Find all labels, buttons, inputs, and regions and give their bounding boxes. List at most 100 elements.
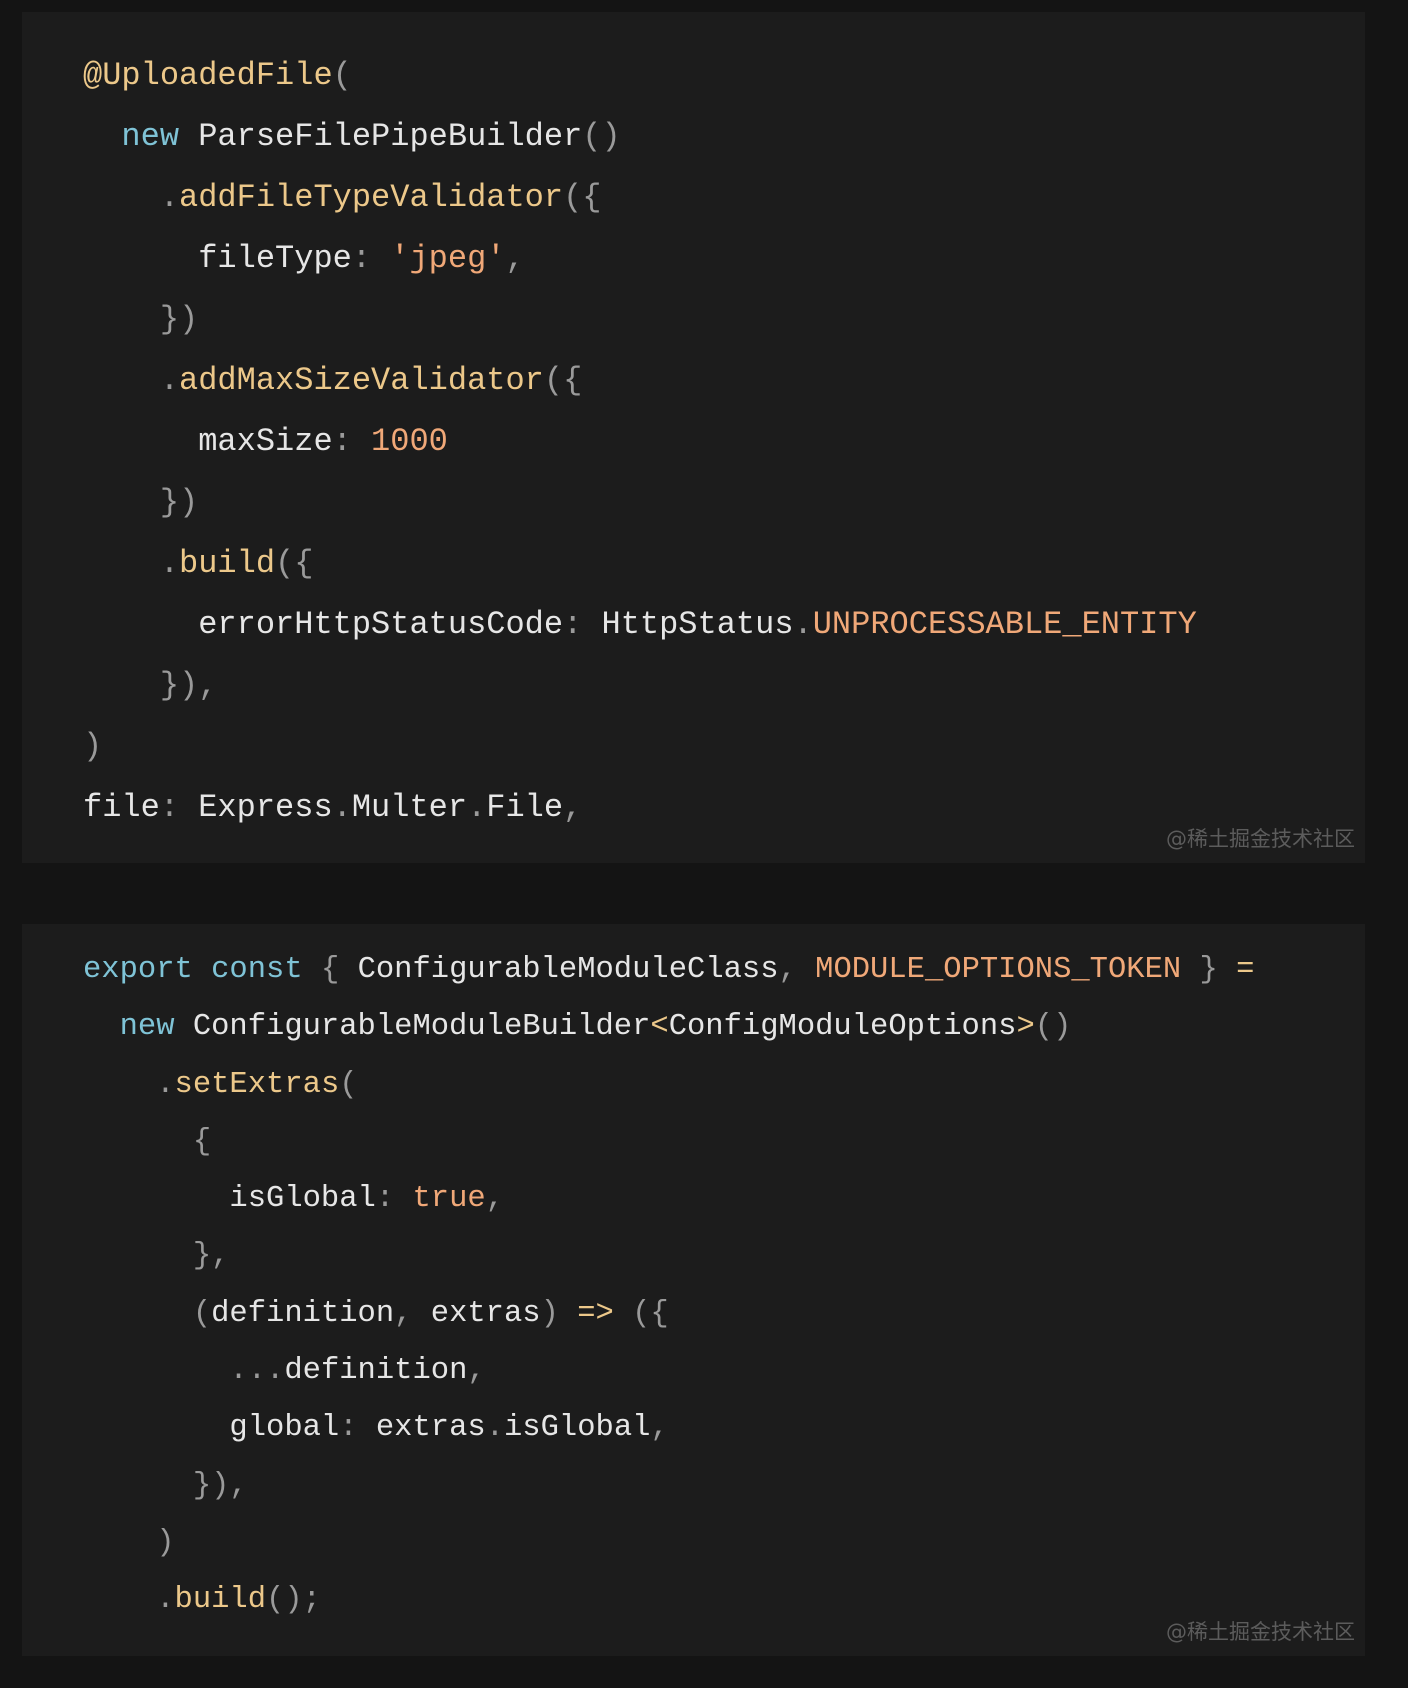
code-token: . (332, 789, 352, 826)
code-token: ({ (275, 545, 314, 582)
code-token: HttpStatus (601, 606, 794, 643)
code-token: 1000 (371, 423, 448, 460)
code-line: export const { ConfigurableModuleClass, … (83, 942, 1254, 999)
code-token: . (156, 1067, 175, 1102)
code-token: < (650, 1010, 669, 1045)
code-token: : (375, 1182, 413, 1217)
code-content: export const { ConfigurableModuleClass, … (83, 942, 1254, 1630)
code-token: new (121, 118, 199, 155)
code-token: . (467, 789, 487, 826)
code-token: maxSize (198, 423, 333, 460)
code-token: { (192, 1124, 212, 1159)
code-token: . (485, 1411, 504, 1446)
code-token: isGlobal (504, 1411, 651, 1446)
code-line: ) (83, 1515, 1254, 1572)
code-line: isGlobal: true, (83, 1171, 1254, 1228)
code-line: new ParseFilePipeBuilder() (83, 106, 1197, 167)
code-token: () (582, 118, 621, 155)
code-token: , (505, 240, 525, 277)
code-line: maxSize: 1000 (83, 411, 1197, 472)
code-token: ) (156, 1525, 175, 1560)
code-token: => (577, 1296, 614, 1331)
code-line: ...definition, (83, 1343, 1254, 1400)
code-token: : (159, 789, 199, 826)
code-token: build (179, 545, 276, 582)
code-token: . (793, 606, 813, 643)
code-token: ConfigurableModuleClass (357, 953, 779, 987)
code-token: @UploadedFile (83, 57, 333, 94)
code-token: ) (540, 1296, 578, 1331)
code-token: build (174, 1583, 267, 1618)
code-token: isGlobal (229, 1182, 376, 1217)
code-line: }) (83, 289, 1197, 350)
code-token: ParseFilePipeBuilder (198, 118, 583, 155)
code-token: file (83, 789, 160, 826)
code-token: global (229, 1411, 340, 1446)
code-token: Express (198, 789, 333, 826)
code-token: , (778, 953, 816, 987)
code-token: UNPROCESSABLE_ENTITY (812, 606, 1197, 643)
code-token: }, (192, 1239, 230, 1274)
code-line: }), (83, 655, 1197, 716)
code-token: , (467, 1354, 486, 1389)
code-token: errorHttpStatusCode (198, 606, 564, 643)
code-token: ConfigurableModuleBuilder (192, 1010, 651, 1045)
code-token: : (339, 1411, 376, 1446)
code-token: , (485, 1182, 504, 1217)
code-token: } (1181, 953, 1237, 987)
code-token: : (351, 240, 391, 277)
code-token: > (1016, 1010, 1035, 1045)
code-token: extras (375, 1411, 486, 1446)
code-token: ({ (563, 179, 602, 216)
code-token: ( (332, 57, 352, 94)
code-token: ({ (613, 1296, 669, 1331)
code-line: .build({ (83, 533, 1197, 594)
code-token: extras (430, 1296, 541, 1331)
code-token: }), (192, 1468, 248, 1503)
code-token: ... (229, 1354, 285, 1389)
code-token: = (1236, 953, 1255, 987)
code-token: }) (159, 301, 199, 338)
code-line: .addFileTypeValidator({ (83, 167, 1197, 228)
code-line: global: extras.isGlobal, (83, 1400, 1254, 1457)
code-line: file: Express.Multer.File, (83, 777, 1197, 838)
code-token: addFileTypeValidator (179, 179, 564, 216)
code-token: fileType (198, 240, 352, 277)
code-token: true (412, 1182, 486, 1217)
code-line: ) (83, 716, 1197, 777)
code-token: ) (83, 728, 103, 765)
code-token: ConfigModuleOptions (668, 1010, 1017, 1045)
code-line: new ConfigurableModuleBuilder<ConfigModu… (83, 999, 1254, 1056)
code-line: fileType: 'jpeg', (83, 228, 1197, 289)
code-line: .build(); (83, 1572, 1254, 1629)
code-token: 'jpeg' (390, 240, 506, 277)
code-token: . (159, 362, 180, 399)
code-token: , (563, 789, 583, 826)
code-token: MODULE_OPTIONS_TOKEN (815, 953, 1182, 987)
code-token: setExtras (174, 1067, 340, 1102)
code-token: . (159, 179, 180, 216)
code-token: File (486, 789, 564, 826)
code-token: ( (192, 1296, 212, 1331)
code-token: , (650, 1411, 669, 1446)
code-token: }) (159, 484, 199, 521)
code-token: . (159, 545, 180, 582)
code-token: definition (284, 1354, 468, 1389)
code-block-uploaded-file: @UploadedFile(new ParseFilePipeBuilder()… (22, 12, 1365, 863)
code-token: , (394, 1296, 431, 1331)
code-token: : (563, 606, 602, 643)
watermark: @稀土掘金技术社区 (1166, 827, 1355, 851)
code-token: () (1034, 1010, 1072, 1045)
code-token: ({ (543, 362, 583, 399)
code-line: }) (83, 472, 1197, 533)
code-token: }), (159, 667, 218, 704)
code-token: (); (266, 1583, 321, 1618)
code-token: : (332, 423, 372, 460)
code-token: . (156, 1583, 175, 1618)
code-line: .setExtras( (83, 1057, 1254, 1114)
code-line: }), (83, 1458, 1254, 1515)
code-token: new (119, 1010, 193, 1045)
code-line: @UploadedFile( (83, 45, 1197, 106)
code-line: }, (83, 1228, 1254, 1285)
code-content: @UploadedFile(new ParseFilePipeBuilder()… (83, 45, 1197, 838)
